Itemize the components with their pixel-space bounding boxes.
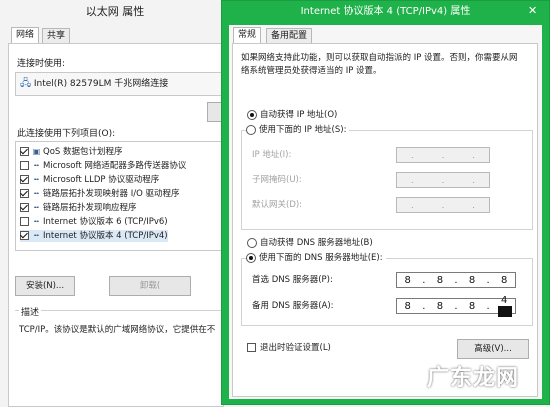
lltd-responder-checkbox[interactable]: [20, 203, 29, 212]
protocol-icon: ╍: [34, 189, 39, 198]
ipv4-properties-window: Internet 协议版本 4 (TCP/IPv4) 属性 ✕ 常规 备用配置 …: [221, 0, 550, 405]
ip-address-label: IP 地址(I):: [252, 150, 292, 160]
protocol-icon: ╍: [34, 231, 39, 240]
connect-using-label: 连接时使用:: [17, 59, 66, 69]
preferred-dns-label: 首选 DNS 服务器(P):: [252, 275, 333, 285]
ethernet-properties-window: 以太网 属性 网络 共享 连接时使用: 🖧 Intel(R) 82579LM 千…: [0, 0, 230, 407]
list-item[interactable]: ▣ QoS 数据包计划程序: [20, 146, 123, 158]
preferred-dns-input[interactable]: 8.8.8.8: [396, 272, 516, 288]
adapter-name: Intel(R) 82579LM 千兆网络连接: [33, 79, 169, 89]
auto-dns-radio[interactable]: [247, 237, 257, 248]
list-item-selected[interactable]: ╍ Internet 协议版本 4 (TCP/IPv4): [20, 230, 168, 242]
advanced-button[interactable]: 高级(V)...: [457, 339, 529, 359]
validate-checkbox[interactable]: [247, 343, 256, 352]
manual-ip-group: 使用下面的 IP 地址(S): IP 地址(I): ... 子网掩码(U): .…: [241, 123, 533, 230]
manual-dns-group: 使用下面的 DNS 服务器地址(E): 首选 DNS 服务器(P): 8.8.8…: [241, 251, 533, 326]
component-list[interactable]: ▣ QoS 数据包计划程序 ╍ Microsoft 网络适配器多路传送器协议 ╍ Mi…: [15, 141, 227, 251]
gateway-label: 默认网关(D):: [252, 200, 303, 210]
description-group: 描述 TCP/IP。该协议是默认的广域网络协议，它提供在不: [15, 305, 225, 381]
auto-dns-option[interactable]: 自动获得 DNS 服务器地址(B): [247, 236, 373, 250]
list-item[interactable]: ╍ Microsoft LLDP 协议驱动程序: [20, 174, 159, 186]
description-label: 描述: [19, 305, 42, 318]
manual-dns-radio[interactable]: [246, 252, 256, 263]
tab-panel: 连接时使用: 🖧 Intel(R) 82579LM 千兆网络连接 此连接使用下列…: [8, 43, 227, 407]
list-item[interactable]: ╍ 链路层拓扑发现映射器 I/O 驱动程序: [20, 188, 179, 200]
alternate-dns-input[interactable]: 8.8.8.4: [396, 295, 516, 317]
tab-container: 常规 备用配置 如果网络支持此功能，则可以获取自动指派的 IP 设置。否则，你需…: [229, 25, 542, 399]
qos-icon: ▣: [32, 147, 41, 156]
manual-ip-radio[interactable]: [246, 124, 256, 135]
list-item[interactable]: ╍ Microsoft 网络适配器多路传送器协议: [20, 160, 186, 172]
description-text: TCP/IP。该协议是默认的广域网络协议，它提供在不: [19, 325, 216, 335]
qos-checkbox[interactable]: [20, 147, 29, 156]
lldp-checkbox[interactable]: [20, 175, 29, 184]
subnet-label: 子网掩码(U):: [252, 175, 302, 185]
gateway-input[interactable]: ...: [396, 197, 490, 213]
tab-sharing[interactable]: 共享: [42, 28, 71, 44]
uninstall-button[interactable]: 卸载(: [109, 276, 191, 296]
ipv6-checkbox[interactable]: [20, 217, 29, 226]
window-title: 以太网 属性: [85, 5, 145, 18]
protocol-icon: ╍: [34, 217, 39, 226]
tab-alternate-config[interactable]: 备用配置: [266, 28, 313, 44]
close-icon[interactable]: ✕: [528, 4, 537, 17]
multiplexor-checkbox[interactable]: [20, 161, 29, 170]
validate-option[interactable]: 退出时验证设置(L): [247, 341, 331, 355]
ip-address-input[interactable]: ...: [396, 147, 490, 163]
watermark-logo: 广东龙网: [427, 365, 520, 391]
tab-network[interactable]: 网络: [11, 27, 40, 44]
adapter-box: 🖧 Intel(R) 82579LM 千兆网络连接: [15, 72, 227, 96]
manual-dns-option[interactable]: 使用下面的 DNS 服务器地址(E):: [246, 251, 386, 265]
intro-text: 如果网络支持此功能，则可以获取自动指派的 IP 设置。否则，你需要从网 络系统管…: [241, 53, 518, 76]
manual-ip-option[interactable]: 使用下面的 IP 地址(S):: [246, 123, 350, 137]
general-panel: 如果网络支持此功能，则可以获取自动指派的 IP 设置。否则，你需要从网 络系统管…: [232, 43, 538, 397]
network-adapter-icon: 🖧: [20, 78, 32, 89]
list-item[interactable]: ╍ 链路层拓扑发现响应程序: [20, 202, 137, 214]
protocol-icon: ╍: [34, 203, 39, 212]
alternate-dns-label: 备用 DNS 服务器(A):: [252, 301, 334, 311]
items-label: 此连接使用下列项目(O):: [17, 129, 116, 139]
subnet-input[interactable]: ...: [396, 172, 490, 188]
tab-general[interactable]: 常规: [233, 27, 262, 44]
install-button[interactable]: 安装(N)...: [15, 276, 75, 296]
auto-ip-radio[interactable]: [247, 109, 257, 120]
list-item[interactable]: ╍ Internet 协议版本 6 (TCP/IPv6): [20, 216, 168, 228]
auto-ip-option[interactable]: 自动获得 IP 地址(O): [247, 108, 337, 122]
window-title: Internet 协议版本 4 (TCP/IPv4) 属性: [300, 6, 471, 17]
ipv4-checkbox[interactable]: [20, 231, 29, 240]
protocol-icon: ╍: [34, 175, 39, 184]
text-cursor: [498, 305, 513, 317]
lltd-mapper-checkbox[interactable]: [20, 189, 29, 198]
protocol-icon: ╍: [34, 161, 39, 170]
